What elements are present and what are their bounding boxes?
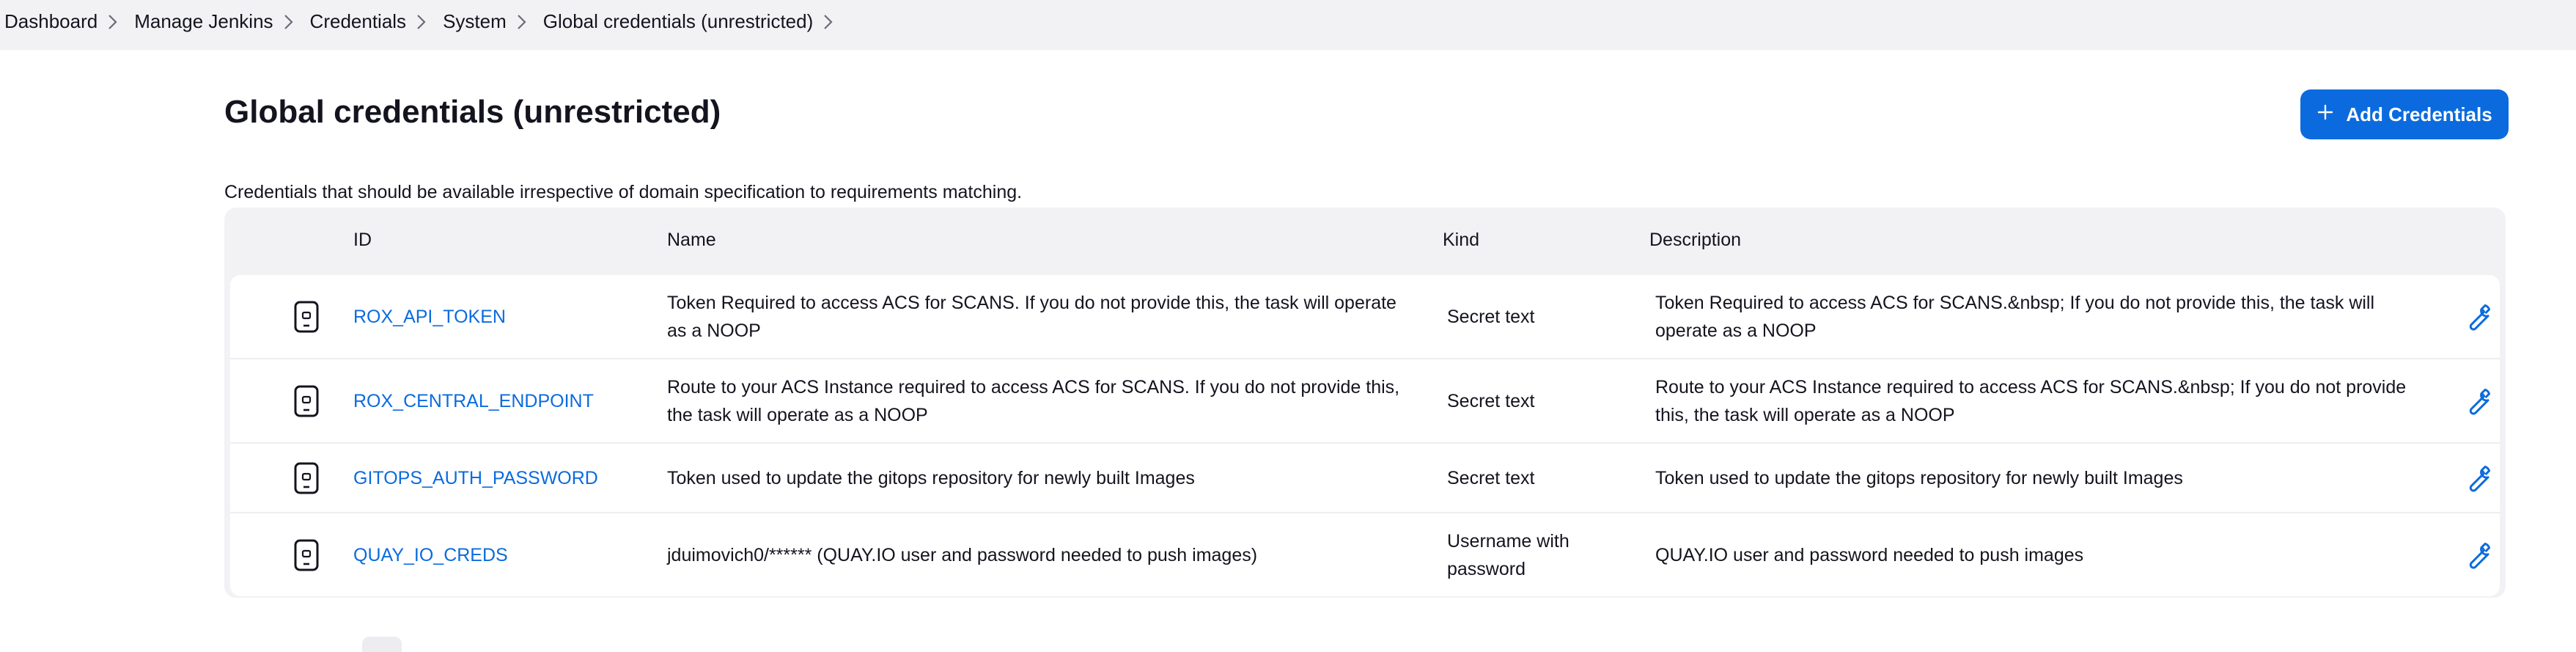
credential-name: Token Required to access ACS for SCANS. …: [667, 292, 1396, 341]
breadcrumb-dashboard[interactable]: Dashboard: [0, 10, 97, 33]
wrench-icon[interactable]: [2462, 301, 2494, 333]
credential-id-link[interactable]: QUAY_IO_CREDS: [353, 541, 508, 569]
credential-kind: Secret text: [1447, 467, 1535, 488]
icon-size-control: [221, 637, 402, 652]
credential-id-link[interactable]: ROX_API_TOKEN: [353, 303, 506, 331]
credential-description: Token Required to access ACS for SCANS.&…: [1655, 292, 2375, 341]
credential-name: Route to your ACS Instance required to a…: [667, 376, 1400, 425]
credential-kind: Username with password: [1447, 530, 1569, 579]
breadcrumb-system[interactable]: System: [438, 10, 507, 33]
icon-size-option[interactable]: [362, 637, 402, 652]
chevron-right-icon: [273, 0, 306, 43]
page-title: Global credentials (unrestricted): [224, 94, 721, 130]
add-credentials-label: Add Credentials: [2346, 103, 2492, 125]
credential-description: Token used to update the gitops reposito…: [1655, 467, 2183, 488]
chevron-right-icon: [507, 0, 539, 43]
wrench-icon[interactable]: [2462, 385, 2494, 417]
credential-id-link[interactable]: GITOPS_AUTH_PASSWORD: [353, 464, 598, 492]
breadcrumb-credentials[interactable]: Credentials: [306, 10, 407, 33]
column-header-description[interactable]: Description: [1649, 230, 1741, 251]
breadcrumb-global-credentials[interactable]: Global credentials (unrestricted): [539, 10, 814, 33]
table-row: ROX_CENTRAL_ENDPOINT Route to your ACS I…: [230, 359, 2500, 444]
chevron-right-icon[interactable]: [813, 0, 845, 43]
wrench-icon[interactable]: [2462, 462, 2494, 494]
chevron-right-icon: [406, 0, 438, 43]
mobile-phone-icon: [293, 384, 320, 418]
chevron-right-icon: [97, 0, 130, 43]
breadcrumb-manage-jenkins[interactable]: Manage Jenkins: [130, 10, 273, 33]
column-header-id[interactable]: ID: [353, 230, 372, 251]
page-description: Credentials that should be available irr…: [224, 182, 1023, 202]
table-row: GITOPS_AUTH_PASSWORD Token used to updat…: [230, 444, 2500, 513]
table-header: ID Name Kind Description: [224, 208, 2506, 275]
credential-description: QUAY.IO user and password needed to push…: [1655, 544, 2084, 565]
credential-name: jduimovich0/****** (QUAY.IO user and pas…: [667, 544, 1258, 565]
mobile-phone-icon: [293, 538, 320, 572]
credential-name: Token used to update the gitops reposito…: [667, 467, 1195, 488]
breadcrumb: Dashboard Manage Jenkins Credentials Sys…: [0, 0, 845, 43]
credentials-table: ID Name Kind Description ROX_API_TOKEN T…: [224, 208, 2506, 598]
wrench-icon[interactable]: [2462, 539, 2494, 571]
credential-id-link[interactable]: ROX_CENTRAL_ENDPOINT: [353, 387, 594, 415]
column-header-name[interactable]: Name: [667, 230, 716, 251]
credential-kind: Secret text: [1447, 306, 1535, 327]
credential-kind: Secret text: [1447, 390, 1535, 411]
mobile-phone-icon: [293, 300, 320, 334]
table-body: ROX_API_TOKEN Token Required to access A…: [230, 275, 2500, 596]
table-row: ROX_API_TOKEN Token Required to access A…: [230, 275, 2500, 359]
table-row: QUAY_IO_CREDS jduimovich0/****** (QUAY.I…: [230, 513, 2500, 596]
breadcrumb-bar: Dashboard Manage Jenkins Credentials Sys…: [0, 0, 2576, 50]
column-header-kind[interactable]: Kind: [1443, 230, 1479, 251]
credential-description: Route to your ACS Instance required to a…: [1655, 376, 2407, 425]
add-credentials-button[interactable]: Add Credentials: [2300, 89, 2509, 139]
mobile-phone-icon: [293, 461, 320, 495]
plus-icon: [2316, 103, 2334, 126]
